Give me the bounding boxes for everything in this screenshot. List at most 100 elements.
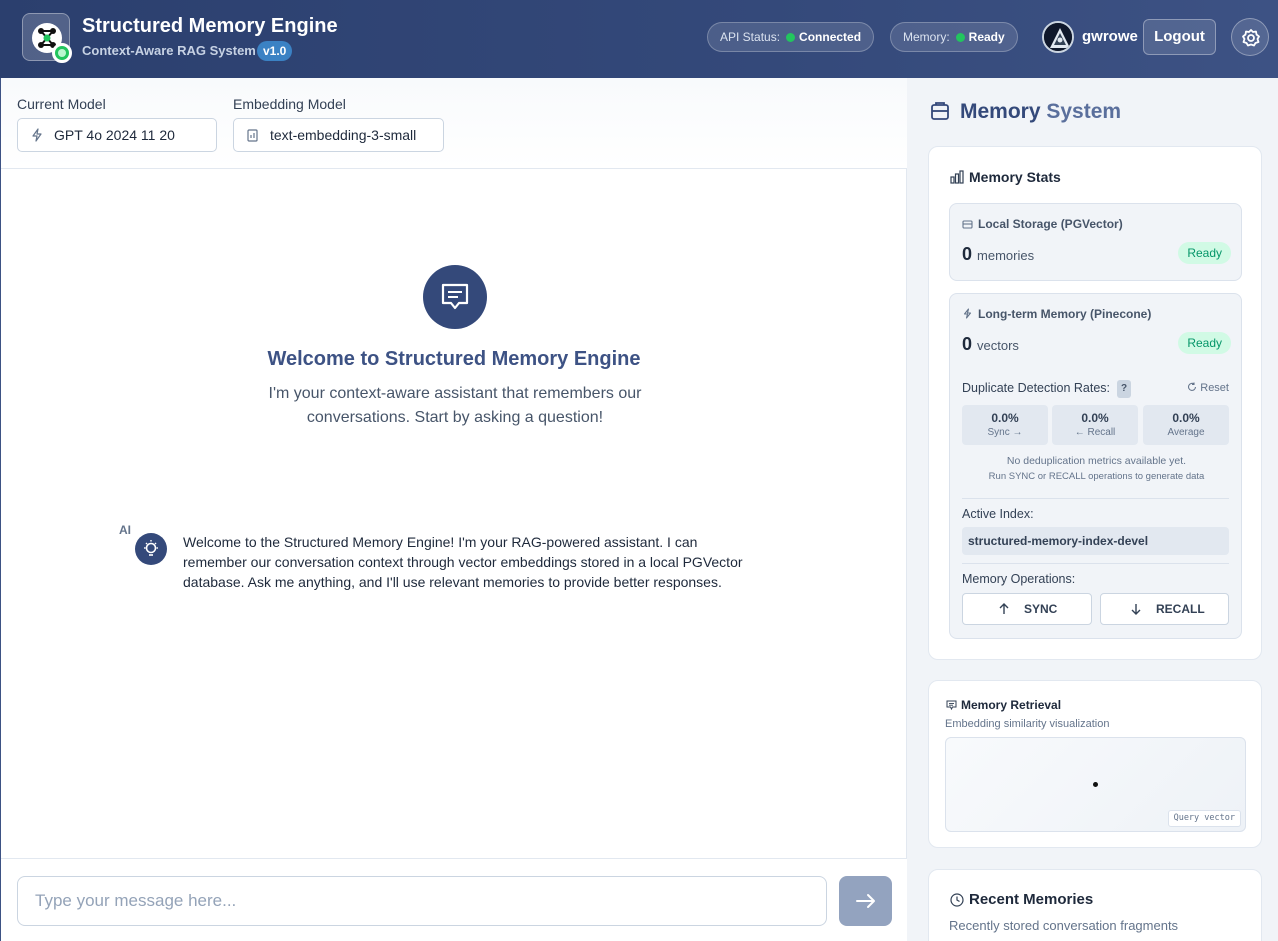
divider (962, 563, 1229, 564)
query-vector-point (1093, 782, 1098, 787)
clock-icon (950, 893, 964, 907)
logout-button[interactable]: Logout (1143, 19, 1216, 55)
recall-button[interactable]: RECALL (1100, 593, 1229, 625)
recent-memories-card: Recent Memories Recently stored conversa… (928, 869, 1262, 941)
metric-label: Sync → (987, 427, 1023, 438)
ai-label: AI (119, 523, 131, 537)
similarity-visualization: Query vector (945, 737, 1246, 832)
help-button[interactable]: ? (1117, 380, 1131, 398)
message-icon (441, 283, 469, 310)
metric-sync: 0.0% Sync → (962, 405, 1048, 445)
app-subtitle: Context-Aware RAG System (82, 43, 256, 58)
longterm-count-unit: vectors (977, 338, 1019, 353)
lightning-icon (32, 128, 42, 142)
memory-status-value: Ready (968, 30, 1005, 44)
welcome-text: I'm your context-aware assistant that re… (268, 385, 642, 426)
memory-status-label: Memory: (903, 30, 950, 44)
divider (962, 498, 1229, 499)
metric-label: ← Recall (1074, 427, 1116, 438)
input-bar (1, 858, 907, 941)
metric-value: 0.0% (991, 411, 1019, 425)
version-badge: v1.0 (257, 41, 293, 61)
metric-value: 0.0% (1172, 411, 1200, 425)
welcome-title: Welcome to Structured Memory Engine (267, 348, 641, 370)
metric-recall: 0.0% ← Recall (1052, 405, 1138, 445)
sync-label: SYNC (1024, 602, 1058, 616)
memory-retrieval-subtitle: Embedding similarity visualization (945, 718, 1110, 730)
longterm-title: Long-term Memory (Pinecone) (978, 307, 1152, 321)
recent-memories-subtitle: Recently stored conversation fragments (949, 918, 1179, 933)
local-count-unit: memories (977, 248, 1035, 263)
local-count-value: 0 (962, 244, 973, 264)
recent-memories-title: Recent Memories (969, 891, 1094, 908)
longterm-memory-card: Long-term Memory (Pinecone) 0 vectors Re… (949, 293, 1242, 639)
api-status-pill: API Status: Connected (707, 22, 875, 52)
query-vector-label: Query vector (1167, 810, 1241, 827)
current-model-label: Current Model (17, 96, 106, 112)
memory-panel: Memory System Memory Stats Local Storage… (908, 78, 1278, 941)
embedding-model-select[interactable]: text-embedding-3-small (233, 118, 444, 152)
active-index-label: Active Index: (962, 507, 1034, 521)
avatar-image (1044, 23, 1072, 51)
memory-title-b: System (1046, 100, 1122, 123)
local-storage-card: Local Storage (PGVector) 0 memories Read… (949, 203, 1242, 281)
gear-icon (1242, 29, 1260, 47)
api-status-value: Connected (799, 30, 862, 44)
metric-average: 0.0% Average (1143, 405, 1229, 445)
local-storage-count: 0 memories (962, 244, 1034, 265)
metric-value: 0.0% (1081, 411, 1109, 425)
app-header: Structured Memory Engine Context-Aware R… (0, 0, 1278, 78)
memory-title-a: Memory (960, 100, 1041, 123)
chat-panel: Current Model GPT 4o 2024 11 20 Embeddin… (0, 78, 907, 941)
sync-button[interactable]: SYNC (962, 593, 1092, 625)
message-icon (946, 700, 957, 711)
embedding-model-value: text-embedding-3-small (270, 127, 417, 143)
model-bar: Current Model GPT 4o 2024 11 20 Embeddin… (1, 78, 907, 169)
settings-button[interactable] (1231, 18, 1269, 56)
current-model-value: GPT 4o 2024 11 20 (54, 127, 175, 143)
reset-button[interactable]: Reset (1187, 382, 1229, 394)
recall-label: RECALL (1156, 602, 1205, 616)
memory-system-title: Memory System (960, 100, 1121, 124)
ops-label: Memory Operations: (962, 572, 1076, 586)
arrow-down-icon (1131, 604, 1141, 615)
refresh-icon (1188, 382, 1197, 391)
memory-status-pill: Memory: Ready (890, 22, 1018, 52)
embedding-model-label: Embedding Model (233, 96, 346, 112)
current-model-select[interactable]: GPT 4o 2024 11 20 (17, 118, 217, 152)
status-badge: Ready (1178, 242, 1231, 264)
status-dot-icon (955, 33, 965, 42)
dedup-empty-line1: No deduplication metrics available yet. (1006, 455, 1187, 467)
lightning-icon (963, 308, 972, 319)
send-button[interactable] (839, 876, 892, 926)
metric-label: Average (1167, 427, 1205, 438)
longterm-count-value: 0 (962, 334, 973, 354)
local-storage-title: Local Storage (PGVector) (978, 217, 1123, 231)
welcome-chat-icon (423, 265, 487, 329)
api-status-label: API Status: (720, 30, 781, 44)
lightbulb-icon (144, 540, 158, 556)
username: gwrowe (1082, 28, 1138, 45)
storage-icon (962, 220, 973, 229)
arrow-right-icon (856, 894, 875, 908)
ai-avatar (135, 533, 167, 565)
memory-stats-title: Memory Stats (969, 169, 1061, 185)
message-input[interactable] (17, 876, 827, 926)
bar-chart-icon (950, 170, 964, 184)
status-badge: Ready (1178, 332, 1231, 354)
avatar[interactable] (1042, 21, 1074, 53)
dedup-label: Duplicate Detection Rates: (962, 381, 1110, 395)
reset-label: Reset (1200, 382, 1229, 394)
online-indicator (52, 43, 72, 63)
app-title: Structured Memory Engine (82, 15, 338, 37)
dedup-empty-line2: Run SYNC or RECALL operations to generat… (988, 471, 1205, 482)
ai-message: Welcome to the Structured Memory Engine!… (183, 534, 743, 590)
longterm-count: 0 vectors (962, 334, 1019, 355)
memory-stats-card: Memory Stats Local Storage (PGVector) 0 … (928, 146, 1262, 660)
memory-retrieval-card: Memory Retrieval Embedding similarity vi… (928, 680, 1262, 848)
database-icon (931, 102, 949, 120)
status-dot-icon (786, 33, 796, 42)
memory-retrieval-title: Memory Retrieval (961, 698, 1062, 712)
active-index-value: structured-memory-index-devel (962, 527, 1229, 555)
arrow-up-icon (999, 603, 1009, 614)
